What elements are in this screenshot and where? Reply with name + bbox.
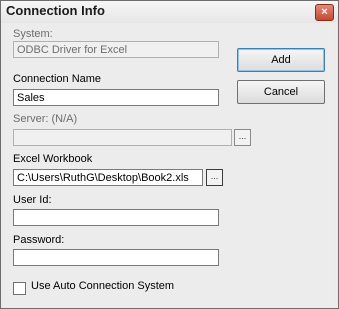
- connection-name-label: Connection Name: [13, 73, 102, 85]
- server-label: Server: (N/A): [13, 113, 78, 125]
- close-icon[interactable]: ×: [315, 4, 334, 21]
- password-input[interactable]: [13, 249, 219, 266]
- user-id-input[interactable]: [13, 209, 219, 226]
- excel-workbook-input[interactable]: C:\Users\RuthG\Desktop\Book2.xls: [13, 169, 203, 186]
- user-id-label: User Id:: [13, 194, 52, 206]
- dialog-body: System: ODBC Driver for Excel Connection…: [4, 23, 334, 305]
- server-input: [13, 129, 232, 146]
- auto-connection-checkbox[interactable]: [13, 282, 26, 295]
- system-label: System:: [13, 28, 53, 40]
- excel-workbook-label: Excel Workbook: [13, 153, 93, 165]
- connection-name-input[interactable]: Sales: [13, 89, 219, 106]
- connection-info-dialog: Connection Info × System: ODBC Driver fo…: [0, 0, 339, 309]
- workbook-browse-button[interactable]: ...: [206, 169, 223, 186]
- auto-connection-label[interactable]: Use Auto Connection System: [31, 280, 174, 292]
- title-bar[interactable]: Connection Info ×: [1, 1, 338, 23]
- server-browse-button: ...: [234, 129, 251, 146]
- cancel-button[interactable]: Cancel: [237, 80, 325, 104]
- add-button[interactable]: Add: [237, 48, 325, 72]
- password-label: Password:: [13, 234, 65, 246]
- dialog-title: Connection Info: [6, 3, 105, 18]
- system-field: ODBC Driver for Excel: [13, 41, 219, 58]
